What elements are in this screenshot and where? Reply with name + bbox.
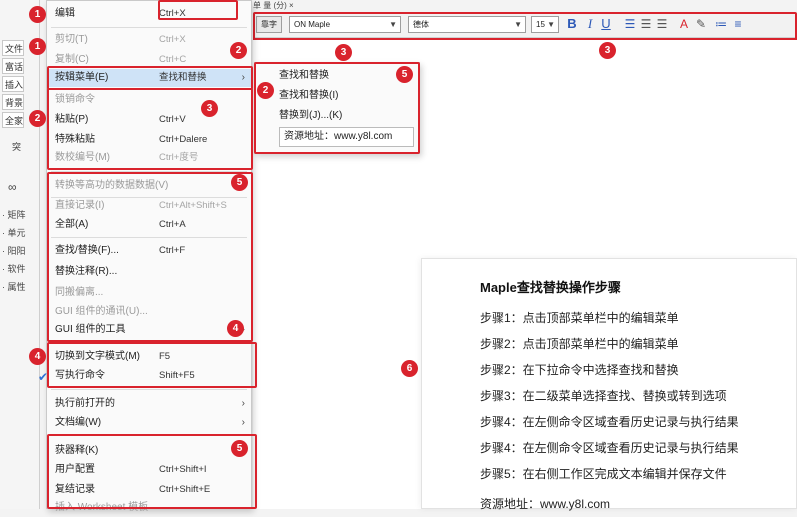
left-item-attribute[interactable]: · 属性 [2, 280, 36, 293]
left-item-yang[interactable]: · 阳阳 [2, 244, 36, 257]
chevron-right-icon: › [241, 417, 245, 428]
annotation-box-toolbar [253, 12, 797, 40]
step-badge: 5 [231, 174, 248, 191]
step-badge: 1 [29, 38, 46, 55]
infinity-icon[interactable]: ∞ [8, 180, 42, 194]
menu-item-exec-open[interactable]: 执行前打开的 › [47, 395, 251, 413]
panel-title: Maple查找替换操作步骤 [480, 280, 621, 295]
step-badge: 5 [231, 440, 248, 457]
step-badge: 4 [227, 320, 244, 337]
left-btn-background[interactable]: 背景 [2, 94, 24, 110]
step-line: 步骤4：在左侧命令区域查看历史记录与执行结果 [480, 415, 739, 429]
annotation-box-paste [47, 88, 253, 170]
step-line: 步骤2：在下拉命令中选择查找和替换 [480, 363, 679, 377]
annotation-box-edit-menu [47, 66, 253, 90]
step-badge: 1 [29, 6, 46, 23]
left-tab[interactable]: 突 [12, 140, 46, 154]
step-line: 步骤5：在右侧工作区完成文本编辑并保存文件 [480, 467, 727, 481]
menu-item-document[interactable]: 文档编(W) › [47, 414, 251, 432]
step-badge: 6 [401, 360, 418, 377]
step-line: 步骤4：在左侧命令区域查看历史记录与执行结果 [480, 441, 739, 455]
left-item-cell[interactable]: · 单元 [2, 226, 36, 239]
annotation-box-commands [47, 172, 253, 342]
step-badge: 4 [29, 348, 46, 365]
left-btn-all[interactable]: 全家 [2, 112, 24, 128]
resource-url: 资源地址：www.y8l.com [480, 497, 611, 511]
annotation-box-shortcut [158, 0, 238, 20]
step-badge: 5 [396, 66, 413, 83]
left-panel: 文件 富话 插入 背景 全家 突 ∞ · 矩阵 · 单元 · 阳阳 · 软件 ·… [0, 0, 40, 509]
annotation-box-tools [47, 434, 257, 509]
step-badge: 2 [230, 42, 247, 59]
chevron-right-icon: › [241, 398, 245, 409]
step-line: 步骤1：点击顶部菜单栏中的编辑菜单 [480, 311, 679, 325]
left-item-software[interactable]: · 软件 [2, 262, 36, 275]
annotation-box-submenu [254, 62, 420, 154]
step-line: 步骤2：点击顶部菜单栏中的编辑菜单 [480, 337, 679, 351]
annotation-box-mode [47, 342, 257, 388]
step-badge: 3 [599, 42, 616, 59]
step-line: 步骤3：在二级菜单选择查找、替换或转到选项 [480, 389, 727, 403]
left-btn-insert[interactable]: 插入 [2, 76, 24, 92]
left-item-matrix[interactable]: · 矩阵 [2, 208, 36, 221]
step-badge: 2 [29, 110, 46, 127]
step-badge: 3 [201, 100, 218, 117]
left-btn-file[interactable]: 文件 [2, 40, 24, 56]
steps-panel: Maple查找替换操作步骤 步骤1：点击顶部菜单栏中的编辑菜单 步骤2：点击顶部… [421, 258, 797, 511]
step-badge: 3 [335, 44, 352, 61]
document-tab[interactable]: 单 量 (分) × [253, 0, 373, 10]
menu-item-cut[interactable]: 剪切(T) Ctrl+X [47, 31, 251, 49]
left-btn-dialog[interactable]: 富话 [2, 58, 24, 74]
step-badge: 2 [257, 82, 274, 99]
